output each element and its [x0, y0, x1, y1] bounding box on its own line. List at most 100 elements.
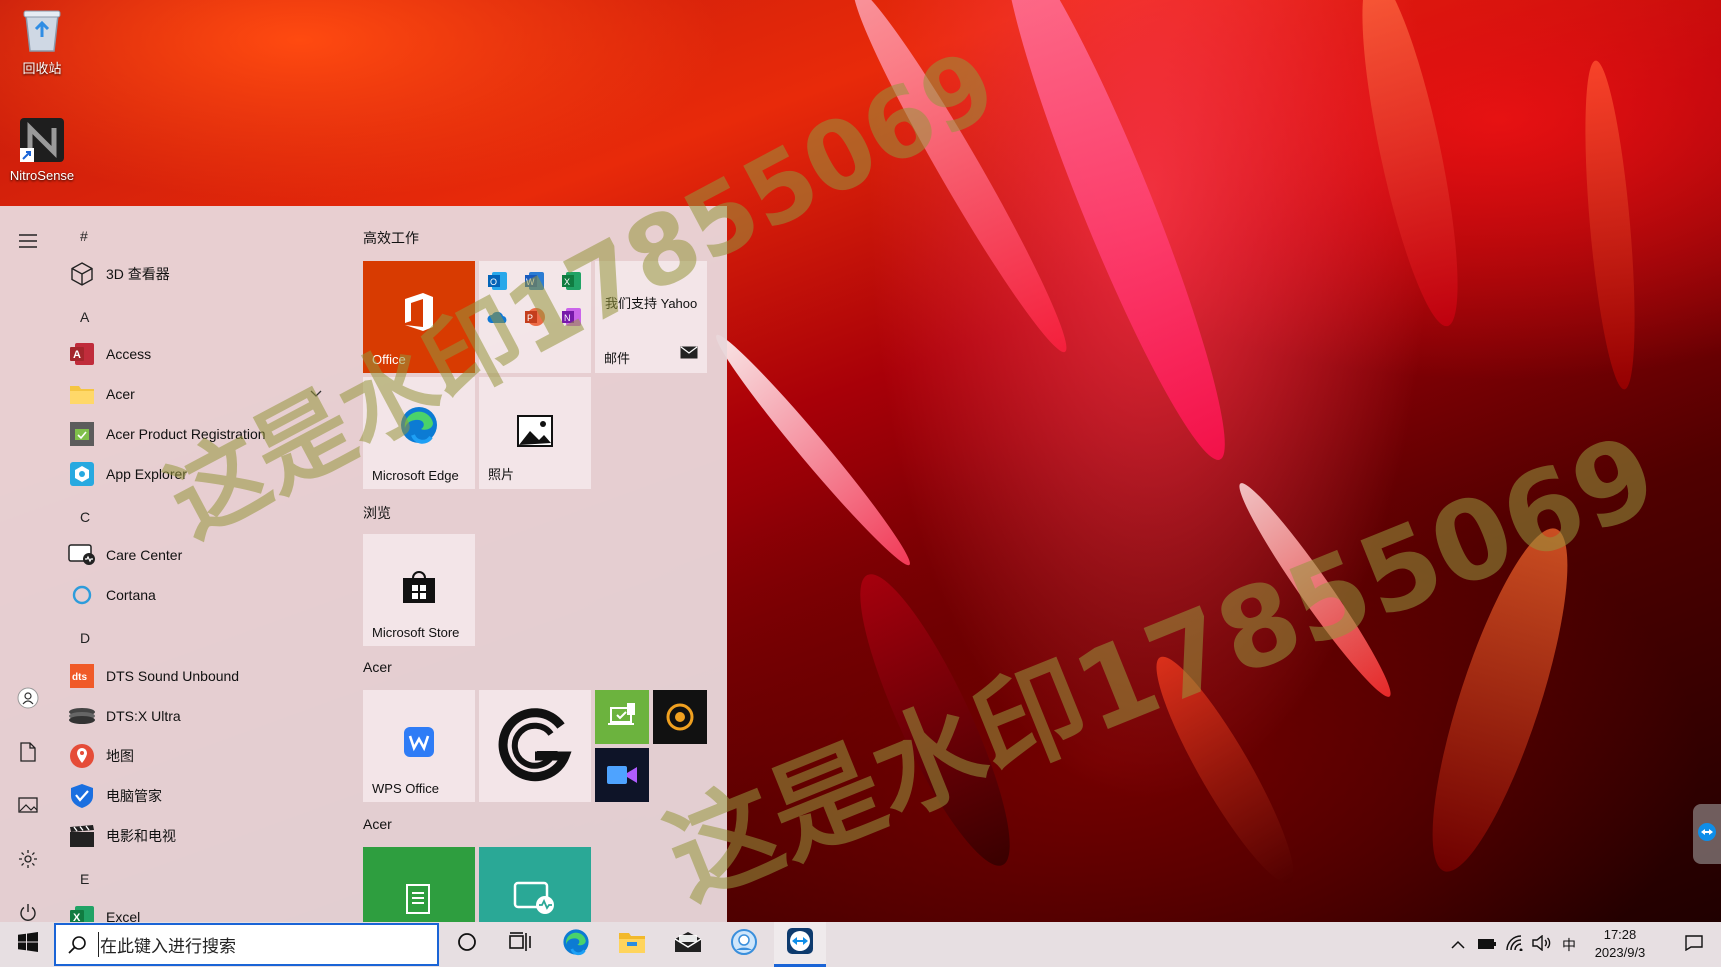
group-header-e[interactable]: E — [80, 871, 89, 887]
desktop-icon-label: 回收站 — [22, 61, 62, 76]
tile-microsoft-edge[interactable]: Microsoft Edge — [363, 377, 475, 489]
app-item-label: 电影和电视 — [106, 828, 176, 844]
windows-logo-icon — [18, 932, 38, 957]
app-item-excel[interactable]: X Excel — [68, 899, 350, 922]
desktop-icon-recycle-bin[interactable]: 回收站 — [0, 6, 84, 77]
app-item-acer-product-registration[interactable]: Acer Product Registration — [68, 416, 350, 452]
tile-acer-care-center[interactable] — [479, 847, 591, 922]
app-item-app-explorer[interactable]: App Explorer — [68, 456, 350, 492]
tile-office-apps[interactable]: O W X P N — [479, 261, 591, 373]
onedrive-icon — [487, 309, 509, 330]
tile-group-title[interactable]: Acer — [363, 816, 392, 832]
g-logo-icon — [495, 704, 575, 791]
tile-label: Office — [372, 352, 406, 367]
tile-office[interactable]: Office — [363, 261, 475, 373]
task-view-button[interactable] — [494, 922, 546, 967]
tile-group-title[interactable]: Acer — [363, 659, 392, 675]
user-account-button[interactable] — [8, 680, 48, 720]
expand-menu-button[interactable] — [8, 223, 48, 263]
recycle-bin-icon — [18, 6, 66, 54]
action-center-button[interactable] — [1672, 922, 1716, 967]
all-apps-list: # 3D 查看器 A A Access Acer Acer Product Re… — [56, 206, 346, 922]
registration-icon — [68, 420, 96, 448]
group-header-c[interactable]: C — [80, 509, 90, 525]
cortana-button[interactable] — [441, 922, 493, 967]
tile-group-title[interactable]: 高效工作 — [363, 228, 419, 248]
power-button[interactable] — [8, 895, 48, 922]
tile-mail[interactable]: 我们支持 Yahoo 邮件 — [595, 261, 707, 373]
group-header-a[interactable]: A — [80, 309, 89, 325]
power-icon — [18, 903, 38, 923]
svg-text:O: O — [490, 277, 497, 287]
teamviewer-icon — [786, 927, 814, 960]
tile-label: Microsoft Edge — [372, 468, 459, 483]
network-button[interactable] — [1502, 922, 1528, 967]
app-item-pc-manager[interactable]: 电脑管家 — [68, 778, 350, 814]
chevron-down-icon[interactable] — [310, 387, 322, 401]
nitrosense-icon — [18, 116, 66, 164]
laptop-check-icon — [607, 702, 637, 735]
tile-acer-app-lens[interactable] — [653, 690, 707, 744]
tile-g-app[interactable] — [479, 690, 591, 802]
tile-photos[interactable]: 照片 — [479, 377, 591, 489]
store-icon — [401, 570, 437, 609]
desktop-icon-nitrosense[interactable]: NitroSense — [0, 116, 84, 183]
app-item-movies-tv[interactable]: 电影和电视 — [68, 818, 350, 854]
app-item-cortana[interactable]: Cortana — [68, 577, 350, 613]
taskbar-mail[interactable] — [662, 922, 714, 967]
excel-icon: X — [562, 271, 582, 296]
maps-icon — [68, 742, 96, 770]
clock[interactable]: 17:28 2023/9/3 — [1585, 926, 1655, 962]
teamviewer-edge-handle[interactable] — [1693, 804, 1721, 864]
app-item-label: Acer — [106, 386, 135, 402]
app-item-care-center[interactable]: Care Center — [68, 537, 350, 573]
tile-microsoft-store[interactable]: Microsoft Store — [363, 534, 475, 646]
svg-text:A: A — [73, 349, 81, 361]
settings-button[interactable] — [8, 841, 48, 881]
tile-label: 邮件 — [604, 351, 631, 366]
volume-button[interactable] — [1529, 922, 1555, 967]
pictures-button[interactable] — [8, 787, 48, 827]
app-item-dtsx-ultra[interactable]: DTS:X Ultra — [68, 698, 350, 734]
taskbar-teamviewer[interactable] — [774, 922, 826, 967]
app-item-label: 3D 查看器 — [106, 266, 170, 282]
taskbar-file-explorer[interactable] — [606, 922, 658, 967]
speaker-icon — [1532, 934, 1552, 954]
onenote-icon: N — [562, 307, 582, 332]
app-item-label: 电脑管家 — [106, 788, 162, 804]
documents-button[interactable] — [8, 734, 48, 774]
folder-icon — [618, 930, 646, 959]
edge-icon — [562, 928, 590, 961]
tile-wps-office[interactable]: WPS Office — [363, 690, 475, 802]
mail-icon — [680, 346, 698, 364]
taskbar-edge[interactable] — [550, 922, 602, 967]
task-view-icon — [509, 932, 531, 957]
app-explorer-icon — [68, 460, 96, 488]
tile-group-title[interactable]: 浏览 — [363, 503, 391, 523]
start-button[interactable] — [2, 922, 54, 967]
group-header-hash[interactable]: # — [80, 228, 88, 244]
tile-acer-app-video[interactable] — [595, 748, 649, 802]
tile-label: Microsoft Store — [372, 625, 460, 640]
group-header-d[interactable]: D — [80, 630, 90, 646]
tile-acer-app-green[interactable] — [595, 690, 649, 744]
start-menu: # 3D 查看器 A A Access Acer Acer Product Re… — [0, 206, 727, 922]
taskbar-search-box[interactable]: 在此键入进行搜索 — [54, 923, 439, 966]
tile-acer-app-docs[interactable] — [363, 847, 475, 922]
app-item-access[interactable]: A Access — [68, 336, 350, 372]
battery-button[interactable] — [1474, 922, 1500, 967]
svg-text:N: N — [564, 313, 571, 323]
app-item-label: Care Center — [106, 547, 183, 563]
taskbar-browser[interactable] — [718, 922, 770, 967]
input-method-indicator[interactable]: 中 — [1556, 922, 1582, 967]
app-item-acer-folder[interactable]: Acer — [68, 376, 350, 412]
browser-globe-icon — [730, 928, 758, 961]
app-item-label: Acer Product Registration — [106, 426, 266, 442]
app-item-maps[interactable]: 地图 — [68, 738, 350, 774]
app-item-dts-sound-unbound[interactable]: dts DTS Sound Unbound — [68, 658, 350, 694]
tile-label: WPS Office — [372, 781, 439, 796]
app-item-3d-viewer[interactable]: 3D 查看器 — [68, 256, 350, 292]
document-icon — [20, 741, 36, 767]
tiles-area: 高效工作 Office O W X P N 我们支持 Yahoo 邮件 Micr… — [363, 206, 727, 922]
show-hidden-icons-button[interactable] — [1446, 922, 1470, 967]
